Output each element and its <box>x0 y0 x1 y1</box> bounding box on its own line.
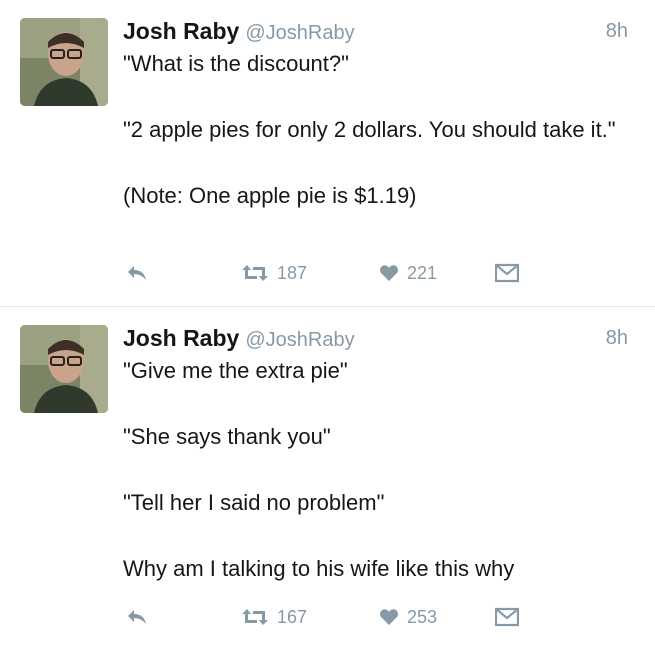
tweet-header: Josh Raby @JoshRaby <box>123 323 355 357</box>
tweet-header: Josh Raby @JoshRaby <box>123 16 355 50</box>
retweet-icon <box>241 263 269 283</box>
like-button[interactable]: 253 <box>379 602 437 632</box>
retweet-button[interactable]: 167 <box>241 602 307 632</box>
reply-button[interactable] <box>126 602 148 632</box>
avatar[interactable] <box>20 325 108 413</box>
author-handle[interactable]: @JoshRaby <box>245 22 354 44</box>
tweet-paragraph: "She says thank you" <box>123 424 331 449</box>
tweet-paragraph: "What is the discount?" <box>123 51 349 76</box>
timestamp[interactable]: 8h <box>606 323 628 353</box>
retweet-count: 187 <box>277 262 308 283</box>
tweet-paragraph: (Note: One apple pie is $1.19) <box>123 183 417 208</box>
tweet[interactable]: Josh Raby @JoshRaby 8h "What is the disco… <box>0 0 655 307</box>
avatar[interactable] <box>20 18 108 106</box>
heart-icon <box>379 264 399 282</box>
direct-message-button[interactable] <box>495 258 519 288</box>
reply-button[interactable] <box>126 258 148 288</box>
author-name[interactable]: Josh Raby <box>123 18 239 44</box>
message-icon <box>495 607 519 627</box>
heart-icon <box>379 608 399 626</box>
tweet-paragraph: Why am I talking to his wife like this w… <box>123 556 515 581</box>
tweet-paragraph: "Give me the extra pie" <box>123 358 348 383</box>
tweet-text: "What is the discount?" "2 apple pies fo… <box>123 48 623 246</box>
author-handle[interactable]: @JoshRaby <box>245 329 354 351</box>
reply-icon <box>126 264 148 282</box>
tweet[interactable]: Josh Raby @JoshRaby 8h "Give me the extra… <box>0 307 655 650</box>
tweet-text: "Give me the extra pie" "She says thank … <box>123 355 623 619</box>
tweet-paragraph: "Tell her I said no problem" <box>123 490 385 515</box>
author-name[interactable]: Josh Raby <box>123 325 239 351</box>
message-icon <box>495 263 519 283</box>
retweet-count: 167 <box>277 606 308 627</box>
like-count: 253 <box>407 606 438 627</box>
direct-message-button[interactable] <box>495 602 519 632</box>
tweet-feed: Josh Raby @JoshRaby 8h "What is the disco… <box>0 0 655 650</box>
retweet-button[interactable]: 187 <box>241 258 307 288</box>
tweet-paragraph: "2 apple pies for only 2 dollars. You sh… <box>123 117 616 142</box>
retweet-icon <box>241 607 269 627</box>
reply-icon <box>126 608 148 626</box>
like-button[interactable]: 221 <box>379 258 437 288</box>
like-count: 221 <box>407 262 438 283</box>
tweet-actions: 167 253 <box>123 602 543 632</box>
tweet-actions: 187 221 <box>123 258 543 288</box>
timestamp[interactable]: 8h <box>606 16 628 46</box>
